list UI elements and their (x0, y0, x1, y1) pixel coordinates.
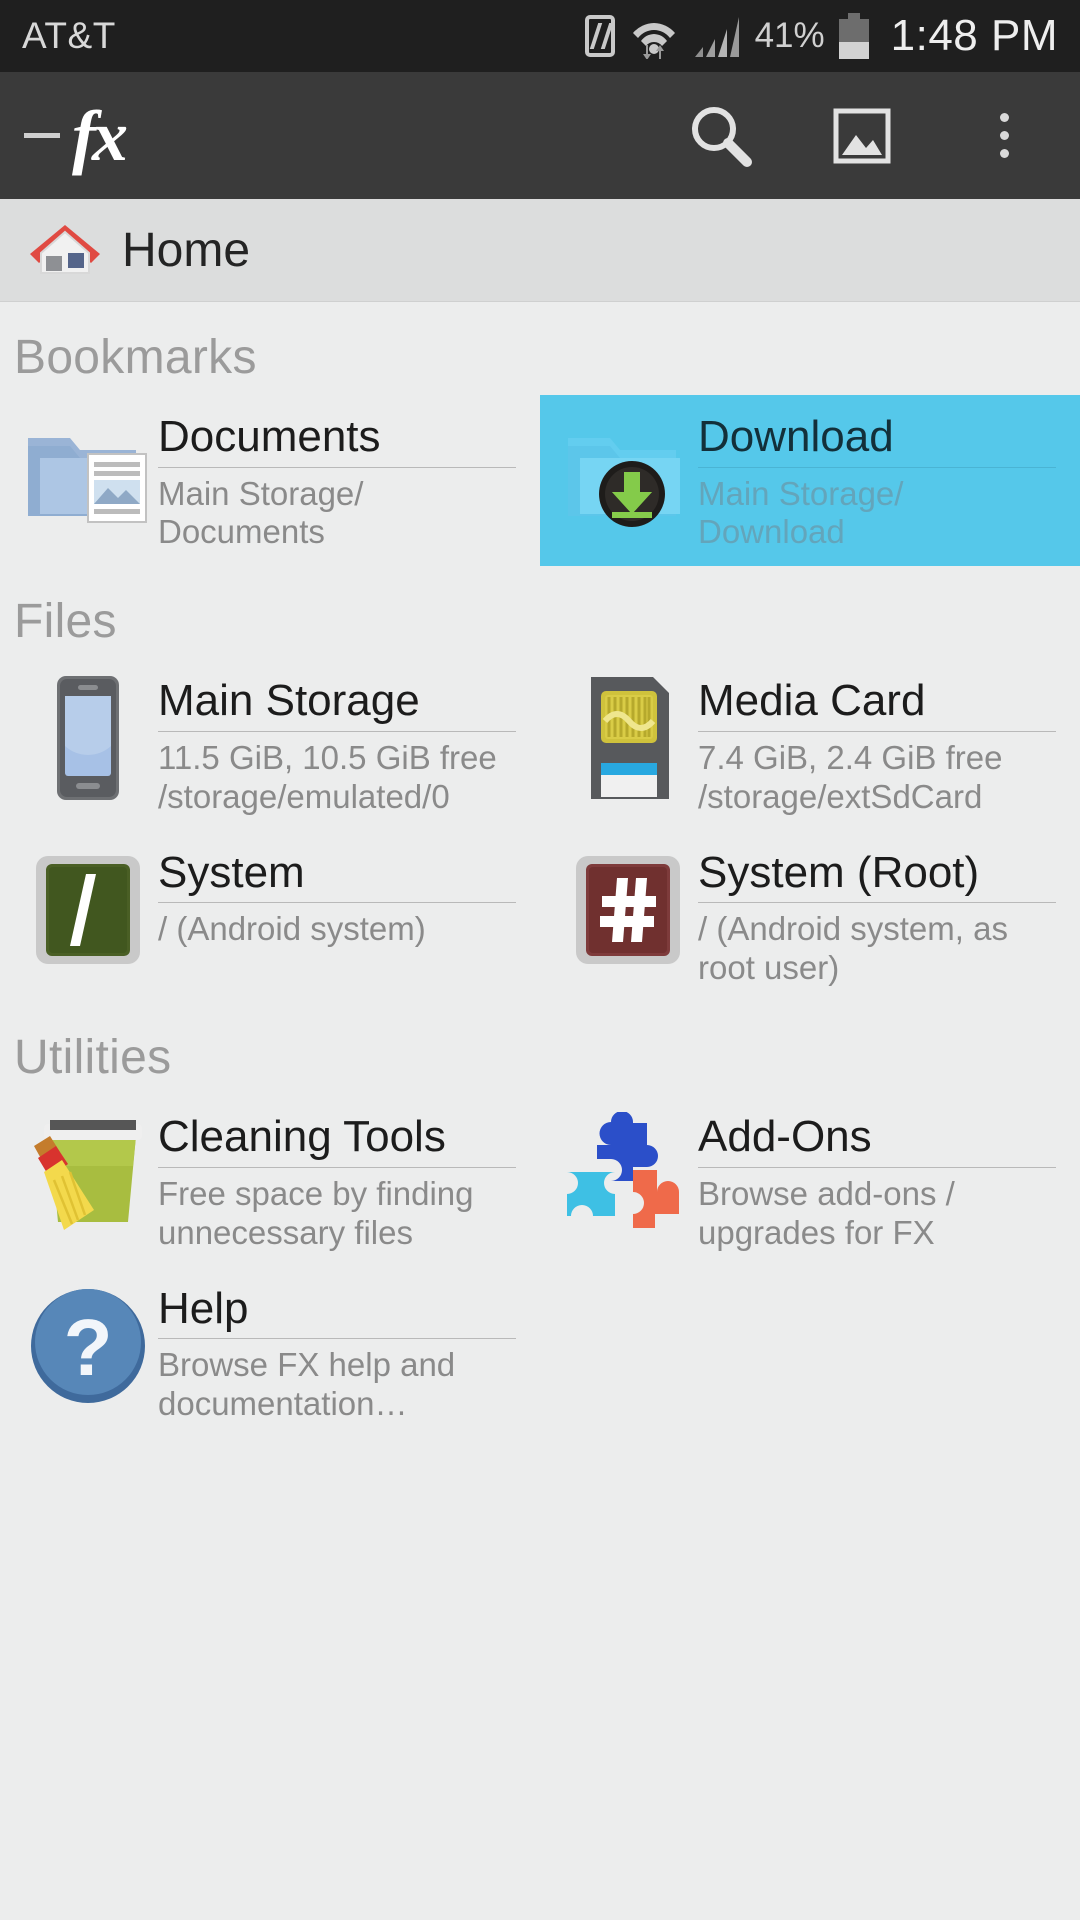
list-item-text: Help Browse FX help and documentation… (158, 1281, 522, 1424)
carrier-label: AT&T (22, 15, 116, 56)
list-item-title: Add-Ons (698, 1113, 1056, 1168)
breadcrumb-label: Home (122, 223, 251, 277)
list-item-system[interactable]: System / (Android system) (0, 831, 540, 1002)
list-item-main-storage[interactable]: Main Storage 11.5 GiB, 10.5 GiB free /st… (0, 659, 540, 830)
list-item-subtitle: / (Android system) (158, 910, 426, 948)
list-item-title: System (158, 849, 516, 904)
cell-signal-icon (693, 13, 741, 59)
list-item-media-card[interactable]: Media Card 7.4 GiB, 2.4 GiB free /storag… (540, 659, 1080, 830)
list-item-add-ons[interactable]: Add-Ons Browse add-ons / upgrades for FX (540, 1095, 1080, 1266)
list-item-title: Media Card (698, 677, 1056, 732)
section-title-bookmarks: Bookmarks (14, 331, 257, 384)
list-item-subtitle: Browse add-ons / upgrades for FX (698, 1174, 955, 1251)
app-logo[interactable]: fx (72, 100, 128, 172)
nfc-icon (584, 15, 615, 57)
list-item-text: System / (Android system) (158, 845, 522, 949)
list-item-title: System (Root) (698, 849, 1056, 904)
list-item-text: Add-Ons Browse add-ons / upgrades for FX (698, 1109, 1062, 1252)
folder-download-icon (558, 409, 698, 539)
list-item-text: Main Storage 11.5 GiB, 10.5 GiB free /st… (158, 673, 522, 816)
list-item-subtitle: Main Storage/ Documents (158, 474, 364, 551)
clock-label: 1:48 PM (890, 11, 1058, 60)
section-title-files: Files (14, 595, 117, 649)
wifi-icon (629, 13, 679, 59)
list-item-system-root[interactable]: System (Root) / (Android system, as root… (540, 831, 1080, 1002)
list-item-title: Documents (158, 413, 516, 468)
section-title-utilities: Utilities (14, 1031, 172, 1085)
list-item-text: Download Main Storage/ Download (698, 409, 1062, 552)
list-item-text: Media Card 7.4 GiB, 2.4 GiB free /storag… (698, 673, 1062, 816)
list-item-documents[interactable]: Documents Main Storage/ Documents (0, 395, 540, 566)
list-item-title: Download (698, 413, 1056, 468)
section-files: Main Storage 11.5 GiB, 10.5 GiB free /st… (0, 659, 1080, 1002)
list-item-text: Cleaning Tools Free space by finding unn… (158, 1109, 522, 1252)
list-item-subtitle: Browse FX help and documentation… (158, 1346, 456, 1423)
list-item-help[interactable]: ? Help Browse FX help and documentation… (0, 1267, 540, 1438)
breadcrumb[interactable]: Home (0, 199, 1080, 302)
content-area: Bookmarks Documents Main Storage/ Docume… (0, 302, 1080, 1920)
folder-documents-icon (18, 409, 158, 539)
list-item-title: Help (158, 1285, 516, 1340)
list-item-subtitle: / (Android system, as root user) (698, 910, 1008, 987)
battery-percent-label: 41% (754, 16, 825, 55)
app-bar: fx (0, 72, 1080, 199)
search-icon (685, 101, 755, 171)
list-item-subtitle: Main Storage/ Download (698, 474, 904, 551)
list-item-subtitle: 11.5 GiB, 10.5 GiB free /storage/emulate… (158, 738, 497, 815)
status-bar: AT&T 41% 1:48 PM (0, 0, 1080, 72)
home-icon (26, 220, 104, 280)
list-item-download[interactable]: Download Main Storage/ Download (540, 395, 1080, 567)
list-item-cleaning-tools[interactable]: Cleaning Tools Free space by finding unn… (0, 1095, 540, 1266)
list-item-subtitle: Free space by finding unnecessary files (158, 1174, 474, 1251)
drawer-toggle-icon[interactable] (24, 133, 60, 138)
battery-icon (838, 13, 869, 59)
list-item-text: Documents Main Storage/ Documents (158, 409, 522, 552)
list-item-text: System (Root) / (Android system, as root… (698, 845, 1062, 988)
status-icons: 41% 1:48 PM (584, 11, 1058, 61)
list-item-subtitle: 7.4 GiB, 2.4 GiB free /storage/extSdCard (698, 738, 1003, 815)
section-bookmarks: Documents Main Storage/ Documents Downlo… (0, 395, 1080, 567)
app-bar-actions (682, 98, 1056, 174)
section-utilities: Cleaning Tools Free space by finding unn… (0, 1095, 1080, 1438)
list-item-title: Cleaning Tools (158, 1113, 516, 1168)
puzzle-icon (558, 1109, 698, 1239)
overflow-menu-icon (999, 113, 1009, 158)
question-mark-icon: ? (18, 1281, 158, 1411)
overflow-menu-button[interactable] (966, 98, 1042, 174)
list-item-title: Main Storage (158, 677, 516, 732)
sd-card-icon (558, 673, 698, 803)
image-gallery-icon (827, 101, 897, 171)
phone-icon (18, 673, 158, 803)
image-gallery-button[interactable] (824, 98, 900, 174)
svg-text:?: ? (64, 1303, 113, 1392)
root-hash-icon (558, 845, 698, 975)
broom-bin-icon (18, 1109, 158, 1239)
search-button[interactable] (682, 98, 758, 174)
root-slash-icon (18, 845, 158, 975)
